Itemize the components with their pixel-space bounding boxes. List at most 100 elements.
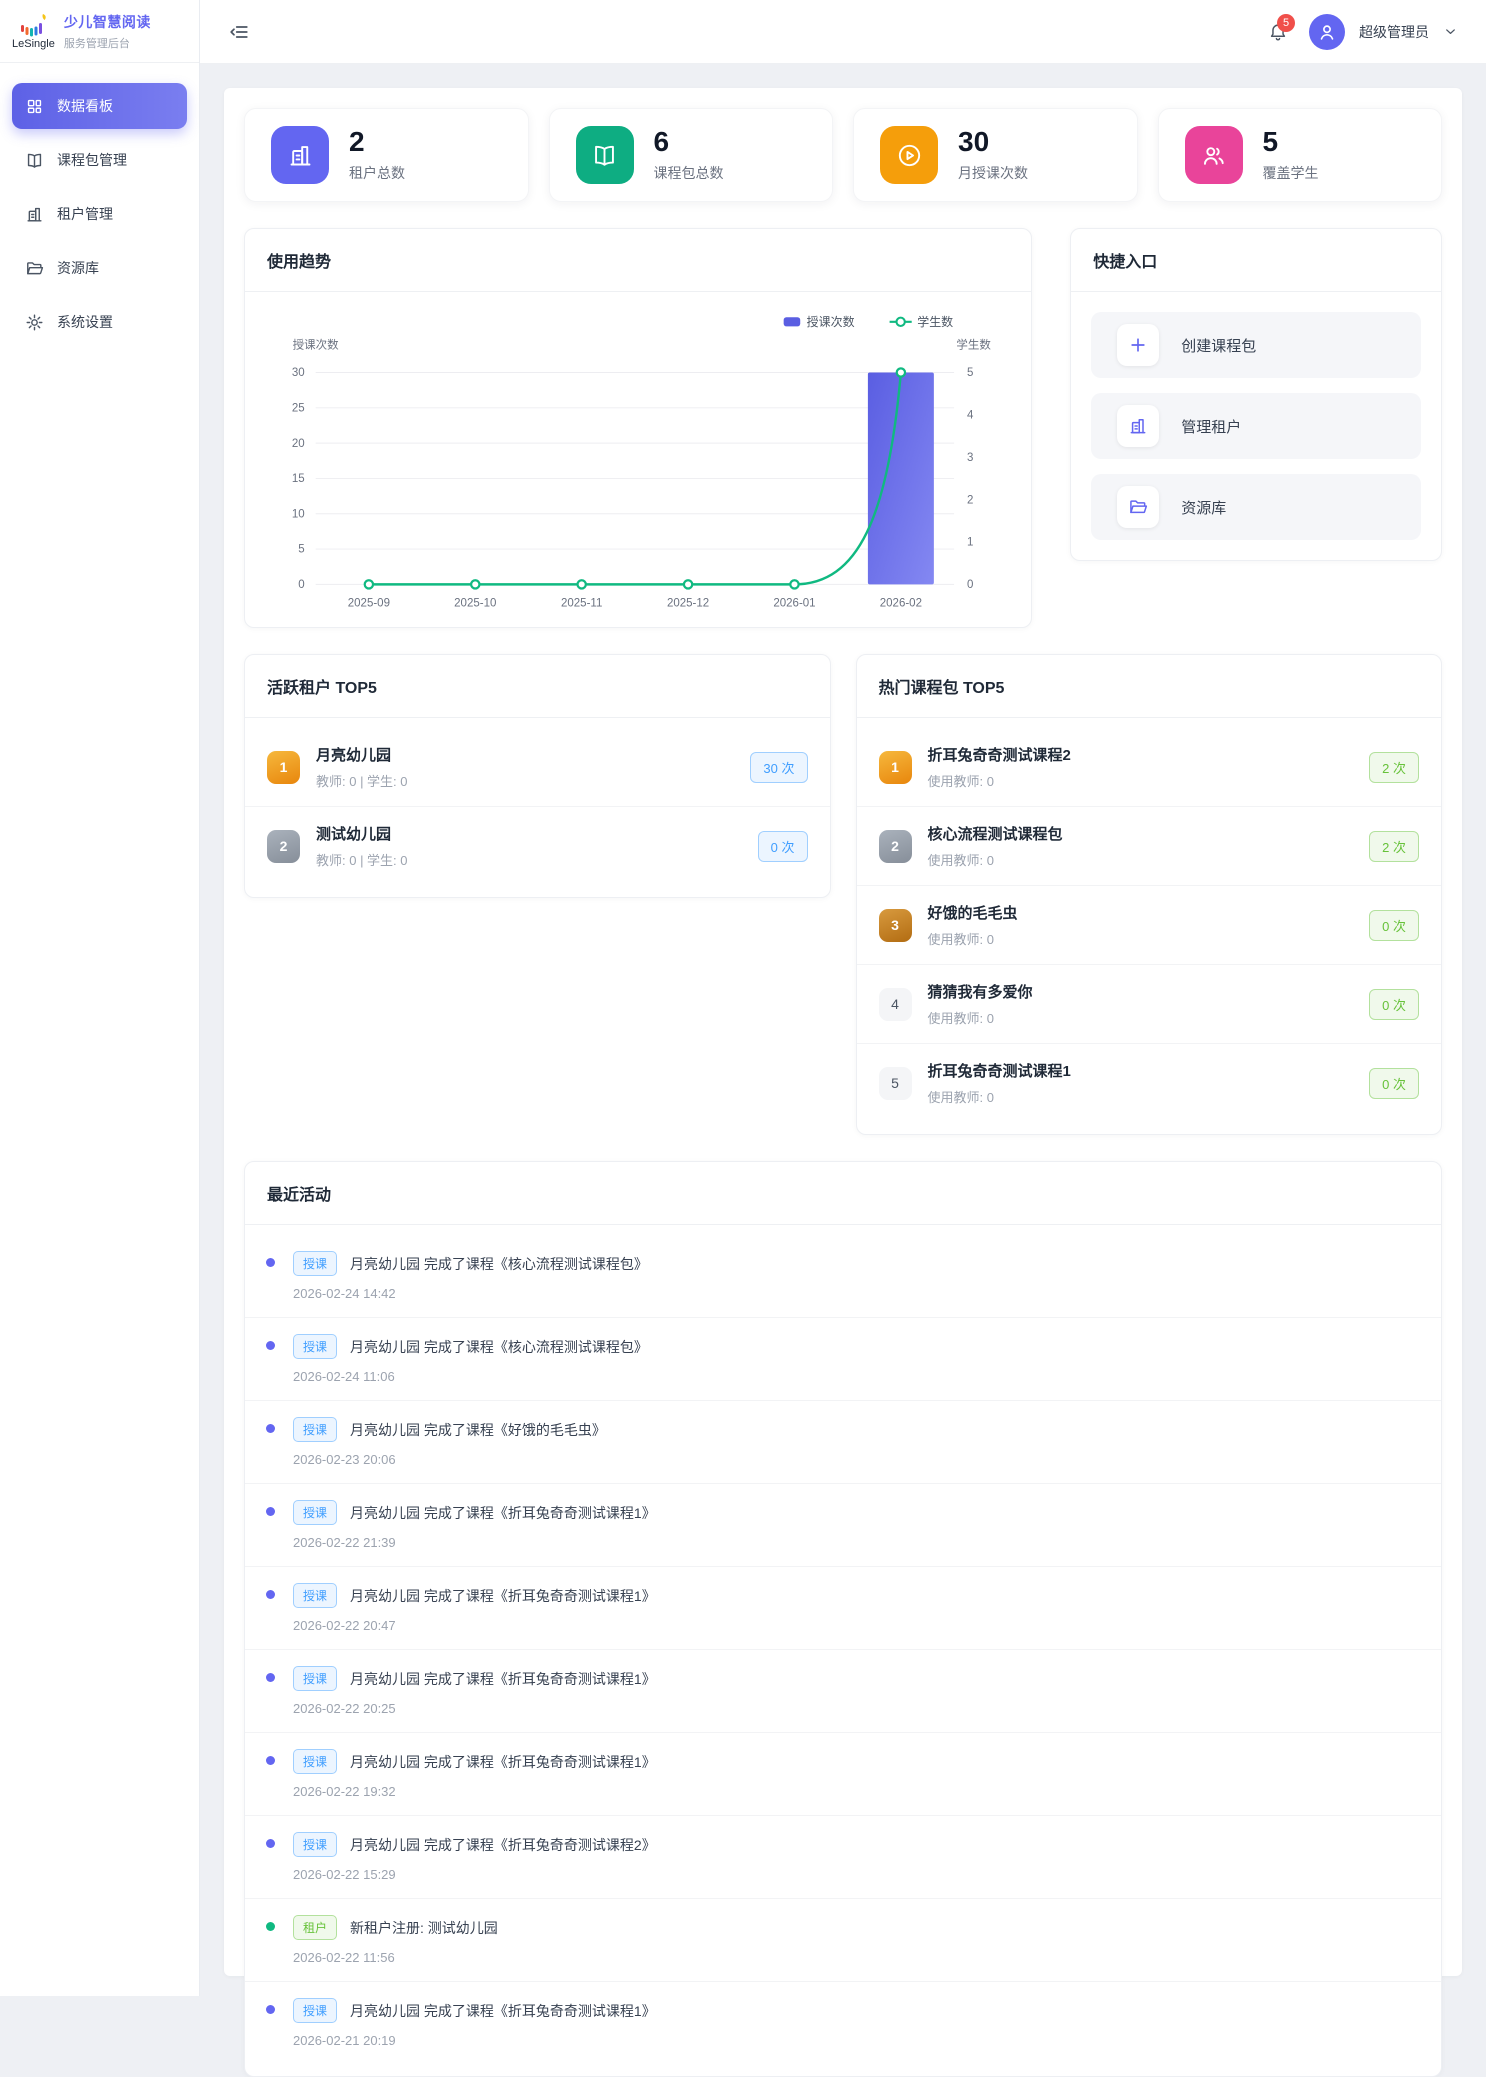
dashboard-grid-icon bbox=[25, 97, 44, 116]
activity-time: 2026-02-22 19:32 bbox=[293, 1784, 1415, 1799]
activity-text: 月亮幼儿园 完成了课程《折耳兔奇奇测试课程1》 bbox=[350, 1586, 656, 1606]
activity-text: 月亮幼儿园 完成了课程《核心流程测试课程包》 bbox=[350, 1254, 648, 1274]
plus-icon bbox=[1117, 324, 1159, 366]
lesson-count-badge: 0 次 bbox=[758, 831, 808, 862]
svg-text:5: 5 bbox=[967, 367, 973, 379]
tenant-name: 月亮幼儿园 bbox=[316, 744, 750, 765]
people-icon bbox=[1185, 126, 1243, 184]
activity-text: 月亮幼儿园 完成了课程《好饿的毛毛虫》 bbox=[350, 1420, 606, 1440]
rank-badge: 2 bbox=[267, 830, 300, 863]
activity-type-badge: 授课 bbox=[293, 1251, 337, 1276]
tenant-row[interactable]: 2 测试幼儿园 教师: 0 | 学生: 0 0 次 bbox=[245, 807, 830, 885]
stat-value: 6 bbox=[654, 127, 724, 158]
rank-badge: 1 bbox=[879, 751, 912, 784]
package-row[interactable]: 4 猜猜我有多爱你 使用教师: 0 0 次 bbox=[857, 965, 1442, 1044]
gear-icon bbox=[25, 313, 44, 332]
activity-type-badge: 授课 bbox=[293, 1583, 337, 1608]
activity-time: 2026-02-22 20:47 bbox=[293, 1618, 1415, 1633]
sidebar-item-settings[interactable]: 系统设置 bbox=[12, 299, 187, 345]
activity-text: 月亮幼儿园 完成了课程《核心流程测试课程包》 bbox=[350, 1337, 648, 1357]
hot-packages-title: 热门课程包 TOP5 bbox=[857, 655, 1442, 718]
dashboard-content: 2 租户总数 6 课程包总数 30 月授课次数 bbox=[224, 88, 1462, 1976]
activity-dot bbox=[266, 1590, 275, 1599]
notification-count-badge: 5 bbox=[1277, 14, 1295, 32]
activity-dot bbox=[266, 1756, 275, 1765]
usage-count-badge: 0 次 bbox=[1369, 910, 1419, 941]
activity-row: 授课 月亮幼儿园 完成了课程《折耳兔奇奇测试课程1》 2026-02-22 21… bbox=[245, 1484, 1441, 1567]
activity-time: 2026-02-23 20:06 bbox=[293, 1452, 1415, 1467]
activity-list: 授课 月亮幼儿园 完成了课程《核心流程测试课程包》 2026-02-24 14:… bbox=[245, 1225, 1441, 2076]
activity-time: 2026-02-24 14:42 bbox=[293, 1286, 1415, 1301]
folder-icon bbox=[1117, 486, 1159, 528]
package-name: 折耳兔奇奇测试课程1 bbox=[928, 1060, 1370, 1081]
activity-dot bbox=[266, 1673, 275, 1682]
quick-entry-title: 快捷入口 bbox=[1071, 229, 1441, 292]
package-name: 好饿的毛毛虫 bbox=[928, 902, 1370, 923]
sidebar-menu: 数据看板 课程包管理 租户管理 bbox=[0, 63, 199, 373]
tenant-row[interactable]: 1 月亮幼儿园 教师: 0 | 学生: 0 30 次 bbox=[245, 728, 830, 807]
activity-dot bbox=[266, 1922, 275, 1931]
svg-text:0: 0 bbox=[298, 579, 304, 591]
quick-label: 创建课程包 bbox=[1181, 335, 1256, 356]
sidebar-fold-icon[interactable] bbox=[228, 21, 250, 43]
chevron-down-icon[interactable] bbox=[1443, 24, 1458, 39]
activity-row: 授课 月亮幼儿园 完成了课程《折耳兔奇奇测试课程1》 2026-02-21 20… bbox=[245, 1982, 1441, 2064]
app-title: 少儿智慧阅读 bbox=[64, 12, 151, 32]
create-package-button[interactable]: 创建课程包 bbox=[1091, 312, 1421, 378]
activity-row: 授课 月亮幼儿园 完成了课程《核心流程测试课程包》 2026-02-24 11:… bbox=[245, 1318, 1441, 1401]
activity-type-badge: 授课 bbox=[293, 1998, 337, 2023]
quick-label: 资源库 bbox=[1181, 497, 1226, 518]
rank-badge: 2 bbox=[879, 830, 912, 863]
sidebar-item-course-packages[interactable]: 课程包管理 bbox=[12, 137, 187, 183]
svg-text:2026-02: 2026-02 bbox=[880, 597, 922, 609]
stat-value: 2 bbox=[349, 127, 405, 158]
package-row[interactable]: 2 核心流程测试课程包 使用教师: 0 2 次 bbox=[857, 807, 1442, 886]
building-icon bbox=[25, 205, 44, 224]
sidebar-item-dashboard[interactable]: 数据看板 bbox=[12, 83, 187, 129]
recent-activities-card: 最近活动 授课 月亮幼儿园 完成了课程《核心流程测试课程包》 2026-02-2… bbox=[244, 1161, 1442, 2077]
manage-tenants-button[interactable]: 管理租户 bbox=[1091, 393, 1421, 459]
sidebar-item-label: 系统设置 bbox=[57, 312, 113, 332]
resource-library-button[interactable]: 资源库 bbox=[1091, 474, 1421, 540]
stat-label: 覆盖学生 bbox=[1263, 163, 1319, 183]
svg-text:1: 1 bbox=[967, 537, 973, 549]
rank-badge: 3 bbox=[879, 909, 912, 942]
top-header: 5 超级管理员 bbox=[200, 0, 1486, 64]
package-row[interactable]: 1 折耳兔奇奇测试课程2 使用教师: 0 2 次 bbox=[857, 728, 1442, 807]
current-user-name[interactable]: 超级管理员 bbox=[1359, 22, 1429, 42]
sidebar-item-resources[interactable]: 资源库 bbox=[12, 245, 187, 291]
activity-text: 新租户注册: 测试幼儿园 bbox=[350, 1918, 498, 1938]
app-subtitle: 服务管理后台 bbox=[64, 35, 151, 51]
hot-packages-card: 热门课程包 TOP5 1 折耳兔奇奇测试课程2 使用教师: 0 2 次 2 核心… bbox=[856, 654, 1443, 1135]
usage-trend-card: 使用趋势 051015202530012345授课次数学生数2025-09202… bbox=[244, 228, 1032, 628]
activity-dot bbox=[266, 2005, 275, 2014]
activity-time: 2026-02-22 20:25 bbox=[293, 1701, 1415, 1716]
usage-count-badge: 0 次 bbox=[1369, 989, 1419, 1020]
activity-dot bbox=[266, 1507, 275, 1516]
svg-text:2025-12: 2025-12 bbox=[667, 597, 709, 609]
svg-text:授课次数: 授课次数 bbox=[807, 314, 855, 329]
package-row[interactable]: 3 好饿的毛毛虫 使用教师: 0 0 次 bbox=[857, 886, 1442, 965]
activity-dot bbox=[266, 1839, 275, 1848]
tenant-meta: 教师: 0 | 学生: 0 bbox=[316, 771, 750, 790]
folder-icon bbox=[25, 259, 44, 278]
quick-label: 管理租户 bbox=[1181, 416, 1241, 437]
package-row[interactable]: 5 折耳兔奇奇测试课程1 使用教师: 0 0 次 bbox=[857, 1044, 1442, 1122]
svg-text:10: 10 bbox=[292, 508, 305, 520]
usage-trend-title: 使用趋势 bbox=[245, 229, 1031, 292]
user-avatar[interactable] bbox=[1309, 14, 1345, 50]
active-tenants-card: 活跃租户 TOP5 1 月亮幼儿园 教师: 0 | 学生: 0 30 次 2 测… bbox=[244, 654, 831, 898]
sidebar-item-tenants[interactable]: 租户管理 bbox=[12, 191, 187, 237]
svg-text:25: 25 bbox=[292, 402, 305, 414]
package-name: 猜猜我有多爱你 bbox=[928, 981, 1370, 1002]
lesson-count-badge: 30 次 bbox=[750, 752, 807, 783]
svg-text:4: 4 bbox=[967, 410, 974, 422]
stat-card-students: 5 覆盖学生 bbox=[1158, 108, 1443, 202]
tenant-name: 测试幼儿园 bbox=[316, 823, 758, 844]
notification-bell-icon[interactable]: 5 bbox=[1267, 21, 1289, 43]
stat-cards-row: 2 租户总数 6 课程包总数 30 月授课次数 bbox=[244, 108, 1442, 202]
activity-text: 月亮幼儿园 完成了课程《折耳兔奇奇测试课程1》 bbox=[350, 1752, 656, 1772]
stat-value: 5 bbox=[1263, 127, 1319, 158]
rank-badge: 4 bbox=[879, 988, 912, 1021]
usage-count-badge: 2 次 bbox=[1369, 831, 1419, 862]
